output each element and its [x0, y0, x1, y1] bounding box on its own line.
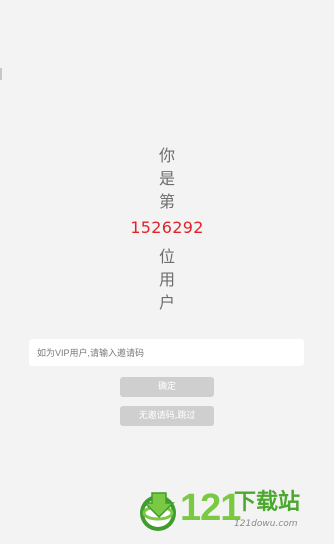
- user-number-suffix: 位 用 户: [0, 245, 334, 314]
- edge-indicator: [0, 68, 2, 80]
- download-globe-icon: [140, 492, 176, 531]
- watermark-number: 121: [180, 487, 241, 529]
- user-number-prefix: 你 是 第: [0, 144, 334, 213]
- confirm-button[interactable]: 确定: [120, 377, 214, 397]
- prefix-char-1: 你: [158, 146, 175, 165]
- prefix-char-2: 是: [158, 169, 175, 188]
- watermark-chinese: 下载站: [234, 490, 301, 515]
- suffix-char-1: 位: [158, 247, 175, 266]
- prefix-char-3: 第: [158, 192, 175, 211]
- invite-code-input[interactable]: [29, 339, 304, 366]
- suffix-char-3: 户: [158, 293, 175, 312]
- user-count: 1526292: [130, 218, 204, 237]
- site-watermark-logo: 121 下载站 121dowu.com: [136, 487, 314, 537]
- skip-button[interactable]: 无邀请码,跳过: [120, 406, 214, 426]
- watermark-domain: 121dowu.com: [234, 519, 298, 529]
- suffix-char-2: 用: [158, 270, 175, 289]
- welcome-screen: 你 是 第 1526292 位 用 户 确定 无邀请码,跳过 121 下载站 1…: [0, 0, 334, 544]
